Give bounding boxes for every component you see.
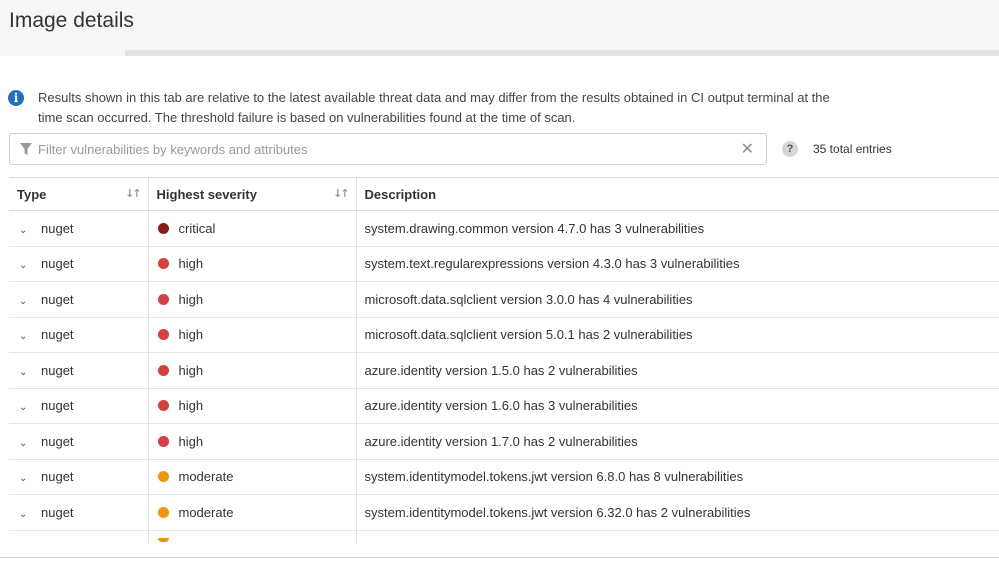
- severity-cell: critical: [147, 210, 356, 247]
- severity-cell: high: [147, 352, 356, 389]
- table-row[interactable]: ⌄ nuget high azure.identity version 1.6.0 h…: [9, 388, 999, 424]
- type-cell: ⌄ nuget: [9, 423, 148, 460]
- description-cell: system.identitymodel.tokens.jwt version …: [355, 459, 999, 495]
- filter-box[interactable]: ✕: [9, 133, 767, 165]
- type-label: nuget: [41, 327, 74, 343]
- type-label: nuget: [41, 398, 74, 414]
- table-row[interactable]: ⌄ nuget moderate system.identitymodel.token…: [9, 494, 999, 531]
- info-icon: i: [8, 90, 24, 106]
- description-cell: microsoft.data.sqlclient version 3.0.0 h…: [355, 281, 999, 318]
- sort-icon[interactable]: ↓↑: [125, 187, 142, 200]
- type-label: nuget: [41, 362, 74, 378]
- severity-cell: moderate: [147, 494, 356, 531]
- type-cell: ⌄ nuget: [9, 388, 148, 424]
- type-cell: [9, 530, 148, 544]
- severity-label: high: [178, 433, 204, 449]
- table-row[interactable]: ⌄ nuget high azure.identity version 1.5.0 h…: [9, 352, 999, 389]
- severity-dot-icon: [157, 222, 169, 234]
- type-cell: ⌄ nuget: [9, 281, 148, 318]
- table-row[interactable]: ⌄ nuget high microsoft.data.sqlclient versi…: [9, 317, 999, 353]
- description-cell: azure.identity version 1.7.0 has 2 vulne…: [355, 423, 999, 460]
- severity-cell: [147, 530, 356, 544]
- page-title: Image details: [9, 9, 134, 32]
- chevron-down-icon[interactable]: ⌄: [19, 509, 35, 520]
- table-row[interactable]: ⌄ nuget critical system.drawing.common vers…: [9, 210, 999, 247]
- chevron-down-icon[interactable]: ⌄: [19, 402, 35, 413]
- severity-dot-icon: [157, 400, 169, 412]
- type-cell: ⌄ nuget: [9, 352, 148, 389]
- type-label: nuget: [41, 256, 74, 272]
- column-header-type[interactable]: Type ↓↑: [9, 177, 148, 211]
- type-cell: ⌄ nuget: [9, 494, 148, 531]
- sort-icon[interactable]: ↓↑: [333, 187, 350, 200]
- column-header-severity-label: Highest severity: [156, 186, 257, 202]
- severity-dot-icon: [157, 293, 169, 305]
- severity-label: high: [178, 362, 204, 378]
- table-row[interactable]: ⌄ nuget high system.text.regularexpressions…: [9, 246, 999, 282]
- severity-dot-icon: [157, 329, 169, 341]
- severity-dot-icon: [157, 364, 169, 376]
- severity-label: high: [178, 291, 204, 307]
- chevron-down-icon[interactable]: ⌄: [19, 331, 35, 342]
- page-header: Image details: [0, 0, 999, 56]
- bottom-divider: [0, 557, 999, 558]
- description-cell: system.identitymodel.tokens.jwt version …: [355, 494, 999, 531]
- column-header-type-label: Type: [17, 186, 47, 202]
- severity-label: moderate: [178, 469, 234, 485]
- column-header-description-label: Description: [364, 186, 437, 202]
- type-cell: ⌄ nuget: [9, 459, 148, 495]
- description-cell: system.text.regularexpressions version 4…: [355, 246, 999, 282]
- severity-dot-icon: [157, 506, 169, 518]
- chevron-down-icon[interactable]: ⌄: [19, 225, 35, 236]
- severity-label: critical: [178, 220, 216, 236]
- type-label: nuget: [41, 291, 74, 307]
- severity-dot-icon: [157, 258, 169, 270]
- chevron-down-icon[interactable]: ⌄: [19, 260, 35, 271]
- description-cell: system.drawing.common version 4.7.0 has …: [355, 210, 999, 247]
- type-label: nuget: [41, 504, 74, 520]
- type-cell: ⌄ nuget: [9, 246, 148, 282]
- severity-cell: moderate: [147, 459, 356, 495]
- tab-strip-underline: [125, 50, 999, 56]
- table-row[interactable]: ⌄ nuget high microsoft.data.sqlclient versi…: [9, 281, 999, 318]
- type-label: nuget: [41, 220, 74, 236]
- table-header-row: Type ↓↑ Highest severity ↓↑ Description: [9, 177, 999, 211]
- chevron-down-icon[interactable]: ⌄: [19, 367, 35, 378]
- table-row[interactable]: ⌄ nuget high azure.identity version 1.7.0 h…: [9, 423, 999, 460]
- type-label: nuget: [41, 433, 74, 449]
- severity-label: moderate: [178, 504, 234, 520]
- type-cell: ⌄ nuget: [9, 317, 148, 353]
- table-row-partial: [9, 530, 999, 544]
- filter-icon: [20, 143, 32, 155]
- vulnerabilities-table: Type ↓↑ Highest severity ↓↑ Description …: [9, 177, 999, 544]
- column-header-severity[interactable]: Highest severity ↓↑: [147, 177, 356, 211]
- type-label: nuget: [41, 469, 74, 485]
- table-row[interactable]: ⌄ nuget moderate system.identitymodel.token…: [9, 459, 999, 495]
- type-cell: ⌄ nuget: [9, 210, 148, 247]
- description-cell: azure.identity version 1.6.0 has 3 vulne…: [355, 388, 999, 424]
- severity-label: high: [178, 256, 204, 272]
- chevron-down-icon[interactable]: ⌄: [19, 473, 35, 484]
- total-entries-count: 35 total entries: [813, 142, 892, 156]
- filter-input[interactable]: [38, 134, 738, 164]
- severity-label: high: [178, 327, 204, 343]
- info-message: Results shown in this tab are relative t…: [38, 90, 830, 125]
- severity-dot-icon: [157, 538, 169, 542]
- severity-dot-icon: [157, 435, 169, 447]
- description-cell: azure.identity version 1.5.0 has 2 vulne…: [355, 352, 999, 389]
- description-cell: [355, 530, 999, 544]
- description-cell: microsoft.data.sqlclient version 5.0.1 h…: [355, 317, 999, 353]
- column-header-description: Description: [355, 177, 999, 211]
- severity-cell: high: [147, 423, 356, 460]
- close-icon[interactable]: ✕: [741, 140, 754, 158]
- help-icon[interactable]: ?: [782, 141, 798, 157]
- severity-cell: high: [147, 388, 356, 424]
- severity-cell: high: [147, 317, 356, 353]
- severity-label: high: [178, 398, 204, 414]
- severity-cell: high: [147, 281, 356, 318]
- severity-cell: high: [147, 246, 356, 282]
- chevron-down-icon[interactable]: ⌄: [19, 296, 35, 307]
- severity-dot-icon: [157, 471, 169, 483]
- chevron-down-icon[interactable]: ⌄: [19, 438, 35, 449]
